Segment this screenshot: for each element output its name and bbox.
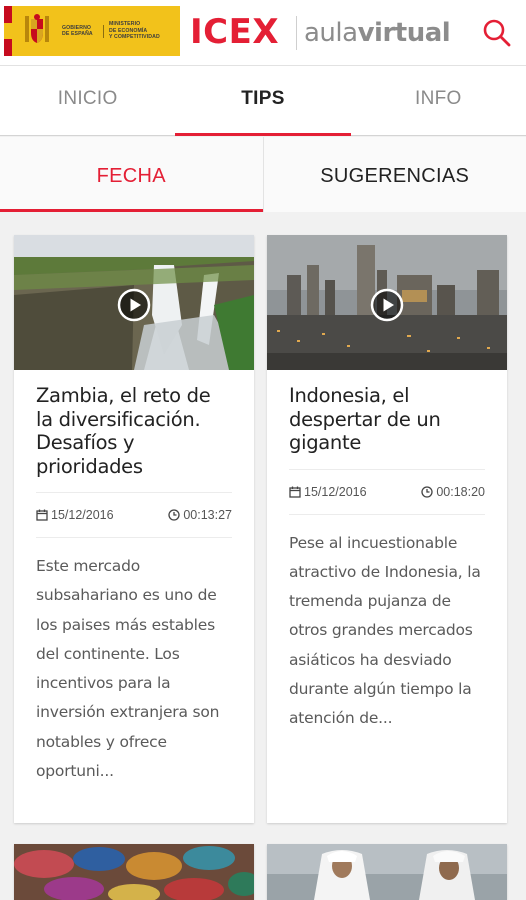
card-thumbnail[interactable]	[14, 844, 254, 900]
video-card[interactable]	[267, 844, 507, 900]
tab-tips[interactable]: TIPS	[175, 66, 351, 136]
date-meta: 15/12/2016	[289, 485, 367, 499]
card-description: Este mercado subsahariano es uno de los …	[36, 557, 220, 781]
spain-flag-stripe	[4, 6, 12, 57]
search-icon	[483, 19, 511, 47]
card-title[interactable]: Zambia, el reto de la diversificación. D…	[36, 384, 232, 478]
card-meta: 15/12/2016 00:18:20	[289, 468, 485, 515]
date-meta: 15/12/2016	[36, 508, 114, 522]
calendar-icon	[289, 486, 301, 498]
gobierno-text: GOBIERNO DE ESPAÑA	[62, 24, 104, 38]
card-thumbnail[interactable]	[14, 235, 254, 370]
sub-tab-bar: FECHA SUGERENCIAS	[0, 137, 526, 212]
main-tab-bar: INICIO TIPS INFO	[0, 66, 526, 136]
men-in-dishdasha-photo	[267, 844, 507, 900]
card-date: 15/12/2016	[51, 508, 114, 522]
ministerio-text: MINISTERIO DE ECONOMÍA Y COMPETITIVIDAD	[109, 21, 160, 41]
card-duration: 00:18:20	[436, 484, 485, 499]
play-icon[interactable]	[369, 287, 405, 323]
video-card[interactable]	[14, 844, 254, 900]
card-description: Pese al incuestionable atractivo de Indo…	[289, 533, 481, 728]
video-card[interactable]: Zambia, el reto de la diversificación. D…	[14, 235, 254, 823]
brand-divider	[296, 16, 297, 50]
gobierno-logo: GOBIERNO DE ESPAÑA MINISTERIO DE ECONOMÍ…	[4, 6, 180, 57]
tab-info[interactable]: INFO	[351, 66, 526, 135]
icex-logo: ICEX	[190, 12, 280, 52]
video-card[interactable]: Indonesia, el despertar de un gigante 15…	[267, 235, 507, 823]
tab-inicio[interactable]: INICIO	[0, 66, 175, 135]
pottery-market-photo	[14, 844, 254, 900]
play-icon[interactable]	[116, 287, 152, 323]
aulavirtual-logo: aulavirtual	[304, 18, 451, 48]
clock-icon	[421, 485, 433, 498]
card-thumbnail[interactable]	[267, 235, 507, 370]
card-title[interactable]: Indonesia, el despertar de un gigante	[289, 384, 485, 455]
duration-meta: 00:18:20	[421, 485, 485, 499]
tab-fecha[interactable]: FECHA	[0, 137, 264, 212]
app-header: GOBIERNO DE ESPAÑA MINISTERIO DE ECONOMÍ…	[0, 0, 526, 66]
duration-meta: 00:13:27	[168, 508, 232, 522]
card-meta: 15/12/2016 00:13:27	[36, 492, 232, 538]
clock-icon	[168, 509, 180, 521]
coat-of-arms-icon	[25, 14, 49, 43]
search-button[interactable]	[478, 14, 516, 52]
tab-sugerencias[interactable]: SUGERENCIAS	[263, 137, 526, 212]
card-thumbnail[interactable]	[267, 844, 507, 900]
card-duration: 00:13:27	[183, 508, 232, 522]
calendar-icon	[36, 509, 48, 521]
card-date: 15/12/2016	[304, 484, 367, 499]
